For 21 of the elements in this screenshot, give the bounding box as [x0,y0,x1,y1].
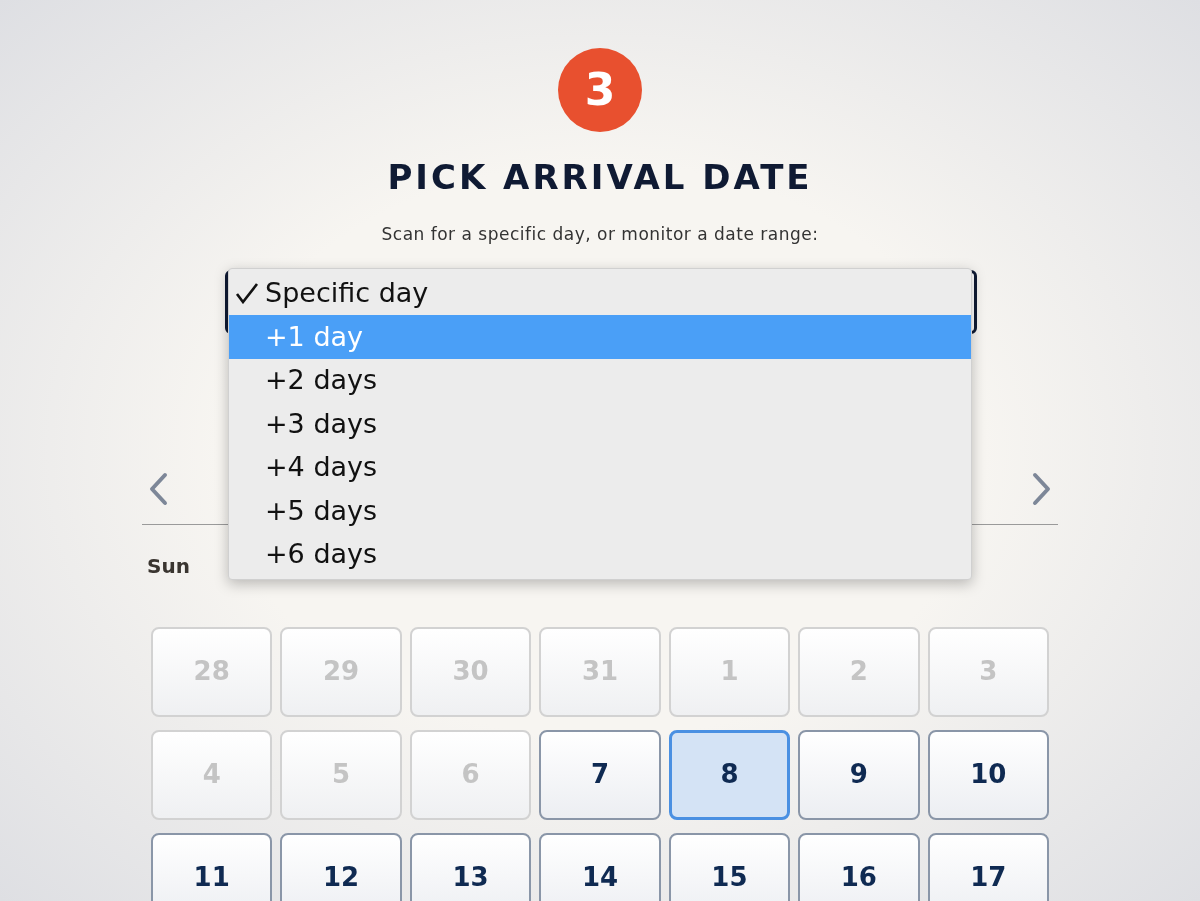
day-cell[interactable]: 12 [280,832,402,901]
day-cell[interactable]: 16 [798,832,920,901]
day-cell[interactable]: 15 [668,832,791,901]
step-subtitle: Scan for a specific day, or monitor a date range: [381,223,819,246]
day-cell[interactable]: 9 [798,729,920,820]
day-cell[interactable]: 7 [539,729,661,820]
step-title: PICK ARRIVAL DATE [387,160,813,194]
weekday-label: Sun [147,552,190,580]
day-cell[interactable]: 14 [539,832,661,901]
day-cell[interactable]: 13 [409,832,532,901]
day-cell[interactable]: 10 [927,729,1049,820]
menu-option[interactable]: +4 days [229,445,971,489]
menu-option[interactable]: Specific day [229,271,971,315]
menu-option[interactable]: +6 days [229,532,971,576]
menu-option[interactable]: +2 days [229,358,971,402]
step-badge: 3 [558,48,642,132]
menu-option[interactable]: +5 days [229,489,971,533]
day-cell[interactable]: 8 [668,729,791,820]
day-cell[interactable]: 11 [151,832,273,901]
day-cell[interactable]: 17 [927,832,1049,901]
menu-option[interactable]: +3 days [229,402,971,446]
